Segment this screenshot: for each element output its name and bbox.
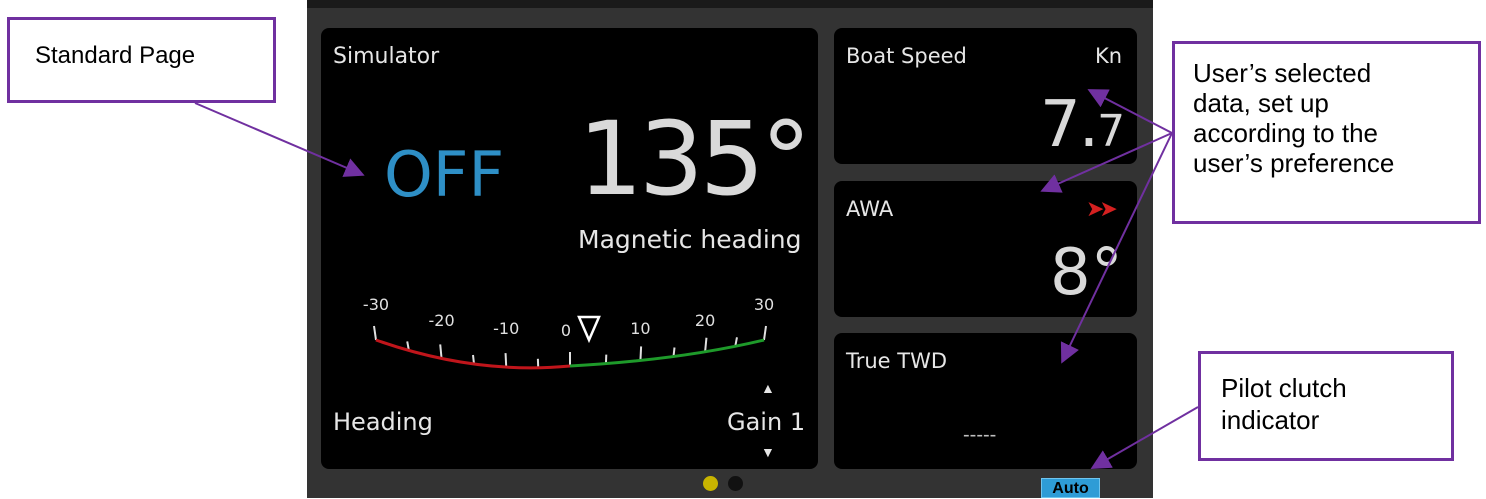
arrow-boat-speed	[1091, 91, 1172, 133]
arrow-pilot-clutch	[1094, 407, 1198, 467]
arrow-standard-page	[195, 103, 361, 174]
arrow-true-twd	[1063, 133, 1172, 360]
callout-arrows	[0, 0, 1486, 498]
arrow-awa	[1044, 133, 1172, 190]
